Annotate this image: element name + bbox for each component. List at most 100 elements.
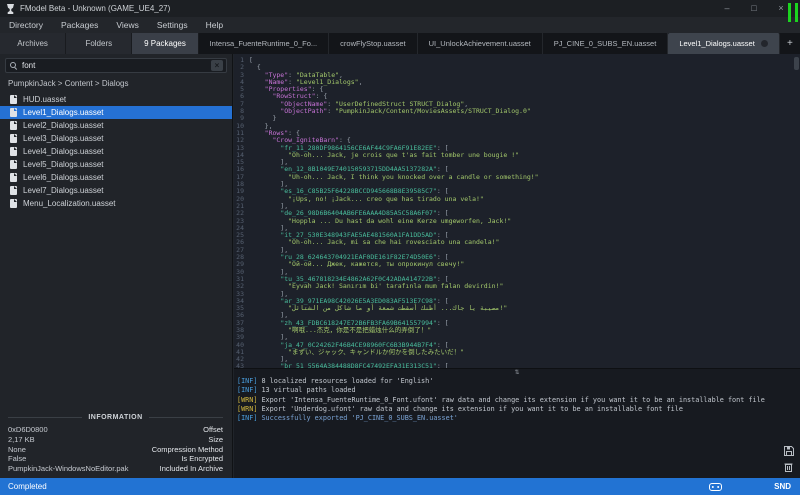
code-line: 1[ [234,57,800,64]
log-text: Export 'Intensa_FuenteRuntime_0_Font.ufo… [261,396,764,405]
close-button[interactable]: × [776,0,786,17]
save-log-button[interactable] [784,446,794,456]
log-text: Export 'Underdog.ufont' raw data and cha… [261,405,682,414]
nav-tab[interactable]: 9 Packages [132,33,198,54]
log-tag: [WRN] [237,405,257,414]
document-tab[interactable]: crowFlyStop.uasset [329,33,417,54]
fmodel-logo-icon [6,4,15,14]
code-line: 41 "まずい、ジャック、キャンドルか何かを倒したみたいだ！" [234,349,800,356]
nav-tab[interactable]: Archives [0,33,66,54]
document-tab[interactable]: PJ_CINE_0_SUBS_EN.uasset [543,33,669,54]
document-tab[interactable]: Level1_Dialogs.uasset [668,33,779,54]
search-value: font [22,61,207,70]
log-line: [INF] 13 virtual paths loaded [237,386,800,395]
log-line: [WRN] Export 'Intensa_FuenteRuntime_0_Fo… [237,396,800,405]
menu-item[interactable]: Views [116,20,139,30]
code-line: 32 "Eyvah Jack! Sanırım bi' tarafınla mu… [234,283,800,290]
breadcrumb[interactable]: PumpkinJack > Content > Dialogs [0,76,232,90]
info-value: PumpkinJack-WindowsNoEditor.pak [8,464,128,473]
fmodel-window: FModel Beta - Unknown (GAME_UE4_27) – □ … [0,0,800,495]
info-label: Included In Archive [160,464,223,473]
snd-button[interactable]: SND [774,482,800,491]
log-tag: [INF] [237,377,257,386]
json-editor[interactable]: 1[2 {3 "Type": "DataTable",4 "Name": "Le… [234,54,800,368]
file-list-item[interactable]: HUD.uasset [0,93,232,106]
tab-close-dot-icon[interactable] [761,40,768,47]
search-icon [9,61,18,70]
status-bar: Completed SND [0,478,800,495]
file-list: HUD.uasset Level1_Dialogs.uasset Level2_… [0,93,232,210]
nav-tab[interactable]: Folders [66,33,132,54]
clear-search-icon[interactable]: × [211,60,223,71]
file-list-item[interactable]: Level3_Dialogs.uasset [0,132,232,145]
code-line: 29 "Ой-ой... Джек, кажется, ты опрокинул… [234,261,800,268]
file-list-item[interactable]: Level6_Dialogs.uasset [0,171,232,184]
log-tag: [WRN] [237,396,257,405]
code-line: 8 "ObjectPath": "PumpkinJack/Content/Mov… [234,108,800,115]
code-line: 23 "Hoppla ... Du hast da wohl eine Kerz… [234,218,800,225]
file-icon [10,134,17,143]
info-label: Compression Method [152,445,223,454]
file-list-item[interactable]: Level1_Dialogs.uasset [0,106,232,119]
window-title: FModel Beta - Unknown (GAME_UE4_27) [20,4,170,13]
information-header: INFORMATION [0,414,231,425]
document-tab[interactable]: Intensa_FuenteRuntime_0_Fo... [199,33,330,54]
maximize-button[interactable]: □ [749,0,759,17]
information-panel: INFORMATION 0xD6D0800 Offset 2,17 KB Siz… [0,414,231,478]
log-tag: [INF] [237,414,257,423]
code-lines: 1[2 {3 "Type": "DataTable",4 "Name": "Le… [234,54,800,368]
info-value: False [8,454,26,463]
log-panel: ⇅ [INF] 8 localized resources loaded for… [234,368,800,478]
info-value: None [8,445,26,454]
code-line: 9 } [234,115,800,122]
menu-item[interactable]: Packages [61,20,98,30]
file-list-item[interactable]: Menu_Localization.uasset [0,197,232,210]
tabs-row: ArchivesFolders9 Packages Intensa_Fuente… [0,33,800,54]
code-line: 20 "¡Ups, no! ¡Jack... creo que has tira… [234,196,800,203]
code-line: 38 "啊哦...杰克，你是不是把蜡烛什么的弄倒了！" [234,327,800,334]
minimize-button[interactable]: – [722,0,732,17]
save-icon [784,446,794,456]
file-list-item[interactable]: Level5_Dialogs.uasset [0,158,232,171]
file-icon [10,147,17,156]
log-text: 8 localized resources loaded for 'Englis… [261,377,433,386]
clear-log-button[interactable] [784,462,794,472]
title-bar: FModel Beta - Unknown (GAME_UE4_27) – □ … [0,0,800,17]
document-tab[interactable]: UI_UnlockAchievement.uasset [418,33,543,54]
status-message: Completed [0,482,709,491]
log-text: 13 virtual paths loaded [261,386,355,395]
log-text: Successfully exported 'PJ_CINE_0_SUBS_EN… [261,414,457,423]
file-icon [10,121,17,130]
file-icon [10,173,17,182]
file-list-item[interactable]: Level2_Dialogs.uasset [0,119,232,132]
file-icon [10,186,17,195]
file-list-item[interactable]: Level4_Dialogs.uasset [0,145,232,158]
gamepad-icon [709,483,722,491]
code-line: 26 "Oh-oh... Jack, mi sa che hai rovesci… [234,239,800,246]
menu-item[interactable]: Settings [157,20,188,30]
information-row: 0xD6D0800 Offset [0,425,231,435]
file-list-item[interactable]: Level7_Dialogs.uasset [0,184,232,197]
menu-item[interactable]: Help [206,20,223,30]
trash-icon [784,462,793,472]
code-line: 14 "Oh-oh... Jack, je crois que t'as fai… [234,152,800,159]
information-row: False Is Encrypted [0,454,231,464]
menu-item[interactable]: Directory [9,20,43,30]
menu-bar: Directory Packages Views Settings Help [0,17,800,33]
info-label: Size [208,435,223,444]
code-line: 17 "Uh-oh... Jack, I think you knocked o… [234,174,800,181]
sidebar: font × PumpkinJack > Content > Dialogs H… [0,54,233,478]
add-tab-button[interactable]: + [780,33,800,54]
info-label: Is Encrypted [181,454,223,463]
document-tabs: Intensa_FuenteRuntime_0_Fo... crowFlySto… [199,33,780,54]
info-value: 0xD6D0800 [8,425,48,434]
green-indicator-bar [795,3,798,22]
information-row: None Compression Method [0,444,231,454]
resize-grip-icon[interactable]: ⇅ [514,369,519,376]
information-row: 2,17 KB Size [0,435,231,445]
search-input[interactable]: font × [5,58,227,73]
nav-tabs: ArchivesFolders9 Packages [0,33,199,54]
editor-scrollbar[interactable] [794,57,799,70]
log-line: [WRN] Export 'Underdog.ufont' raw data a… [237,405,800,414]
code-line: 35 "مصيبة يا جاك... أظنك أسقطت شمعة أو م… [234,305,800,312]
